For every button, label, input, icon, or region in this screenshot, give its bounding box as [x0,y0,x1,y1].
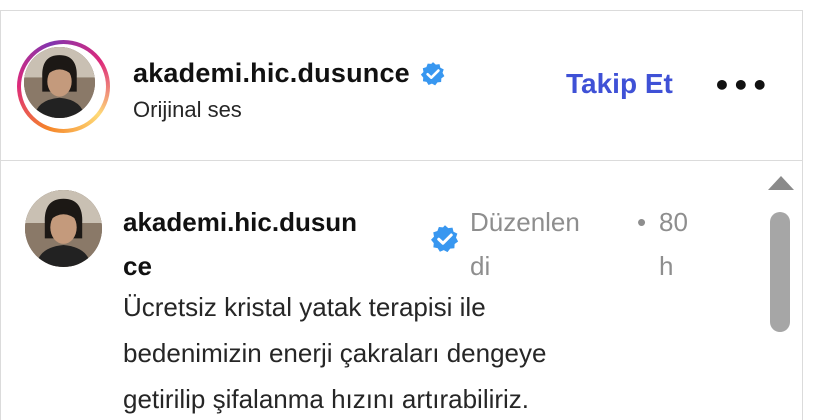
scrollbar-thumb[interactable] [770,212,790,332]
profile-photo-icon [25,190,102,267]
audio-subtitle[interactable]: Orijinal ses [133,97,242,123]
edited-label: Düzenlen di [470,207,580,281]
more-options-icon[interactable]: ••• [713,69,770,102]
separator-dot: • [637,207,647,237]
caption-comment: akademi.hic.dusun ce Düzenlen di • 80 h … [1,162,802,420]
comment-avatar[interactable] [25,190,102,267]
post-panel: akademi.hic.dusunce Orijinal ses Takip E… [0,10,803,420]
avatar[interactable] [24,47,95,118]
timestamp[interactable]: 80 h [659,200,709,288]
verified-badge-icon [431,225,459,253]
verified-badge-icon [420,61,445,85]
scroll-up-arrow-icon[interactable] [768,176,794,190]
profile-photo-icon [24,47,95,118]
follow-button[interactable]: Takip Et [566,68,673,100]
username[interactable]: akademi.hic.dusunce [133,58,446,89]
post-header: akademi.hic.dusunce Orijinal ses Takip E… [1,11,802,161]
comment-text: Ücretsiz kristal yatak terapisi ile bede… [123,292,547,414]
comment-username[interactable]: akademi.hic.dusun ce [123,200,423,288]
story-ring[interactable] [17,40,110,133]
